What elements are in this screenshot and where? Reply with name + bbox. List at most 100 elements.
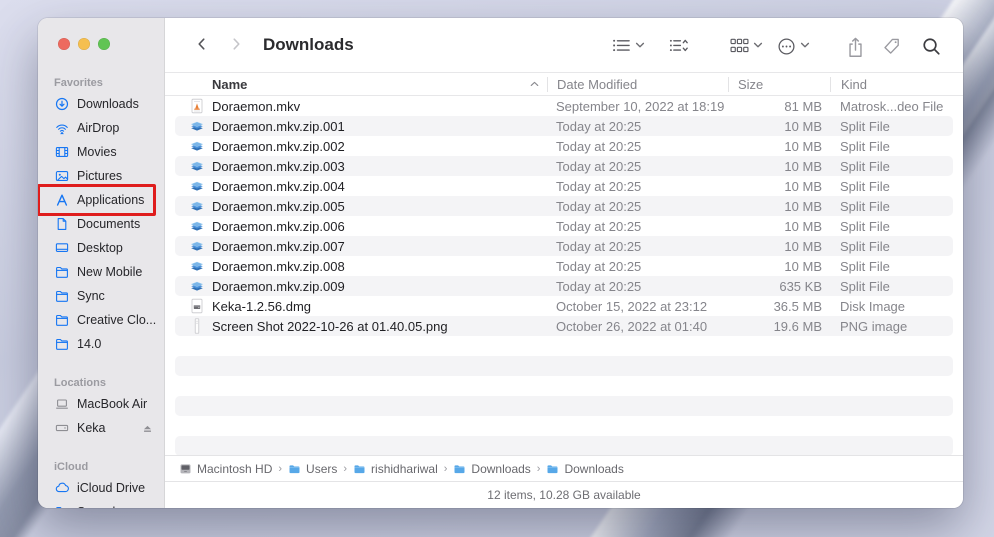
split-zip-icon bbox=[189, 198, 205, 214]
sidebar-item-desktop[interactable]: Desktop bbox=[38, 236, 164, 260]
section-items: MacBook Air Keka bbox=[38, 392, 164, 440]
view-options-button[interactable] bbox=[610, 35, 647, 56]
sidebar-item-scapple[interactable]: Scapple bbox=[38, 500, 164, 508]
sidebar-item-label: Scapple bbox=[77, 505, 122, 508]
more-actions-button[interactable] bbox=[775, 35, 812, 56]
grid-view-button[interactable] bbox=[728, 35, 765, 56]
back-button[interactable] bbox=[191, 32, 213, 58]
eject-icon[interactable] bbox=[141, 422, 154, 435]
path-item[interactable]: rishidhariwal bbox=[353, 462, 438, 476]
path-item[interactable]: Users bbox=[288, 462, 337, 476]
file-row[interactable]: Keka-1.2.56.dmg October 15, 2022 at 23:1… bbox=[175, 296, 953, 316]
file-row[interactable]: Doraemon.mkv.zip.009 Today at 20:25 635 … bbox=[175, 276, 953, 296]
sidebar: Favorites Downloads AirDrop Movies Pictu… bbox=[38, 18, 165, 508]
file-name: Doraemon.mkv.zip.009 bbox=[212, 278, 345, 294]
file-kind: Split File bbox=[840, 138, 890, 154]
path-separator: › bbox=[278, 462, 283, 475]
download-circle-icon bbox=[54, 97, 70, 112]
path-item[interactable]: Downloads bbox=[546, 462, 624, 476]
folder-blue-icon bbox=[288, 463, 301, 475]
sidebar-item-label: iCloud Drive bbox=[77, 481, 146, 495]
caret-up-icon bbox=[530, 81, 539, 87]
file-size: 635 KB bbox=[779, 278, 822, 294]
file-date-modified: Today at 20:25 bbox=[556, 118, 642, 134]
sidebar-section: Locations MacBook Air Keka bbox=[38, 374, 164, 440]
column-header-kind[interactable]: Kind bbox=[830, 76, 953, 92]
file-name: Doraemon.mkv.zip.004 bbox=[212, 178, 345, 194]
forward-button[interactable] bbox=[225, 32, 247, 58]
section-items: iCloud Drive Scapple bbox=[38, 476, 164, 508]
sidebar-section: Favorites Downloads AirDrop Movies Pictu… bbox=[38, 74, 164, 356]
file-date-modified: Today at 20:25 bbox=[556, 198, 642, 214]
sidebar-item-applications[interactable]: Applications bbox=[38, 184, 164, 216]
sidebar-item-new-mobile[interactable]: New Mobile bbox=[38, 260, 164, 284]
file-name: Doraemon.mkv.zip.003 bbox=[212, 158, 345, 174]
file-kind: Disk Image bbox=[840, 298, 906, 314]
section-items: Downloads AirDrop Movies Pictures Applic… bbox=[38, 92, 164, 356]
chevron-right-icon bbox=[229, 37, 243, 54]
zoom-button[interactable] bbox=[98, 38, 110, 50]
sidebar-item-airdrop[interactable]: AirDrop bbox=[38, 116, 164, 140]
sidebar-item-macbook-air[interactable]: MacBook Air bbox=[38, 392, 164, 416]
cloud-icon bbox=[54, 481, 70, 496]
file-date-modified: Today at 20:25 bbox=[556, 238, 642, 254]
file-row[interactable]: Doraemon.mkv.zip.004 Today at 20:25 10 M… bbox=[175, 176, 953, 196]
window-title: Downloads bbox=[263, 35, 354, 54]
file-date-modified: October 15, 2022 at 23:12 bbox=[556, 298, 708, 314]
file-list: Doraemon.mkv September 10, 2022 at 18:19… bbox=[165, 96, 963, 455]
path-item-label: rishidhariwal bbox=[371, 461, 438, 476]
sidebar-item-keka[interactable]: Keka bbox=[38, 416, 164, 440]
sidebar-item-14-0[interactable]: 14.0 bbox=[38, 332, 164, 356]
finder-window: Favorites Downloads AirDrop Movies Pictu… bbox=[38, 18, 963, 508]
sidebar-item-icloud-drive[interactable]: iCloud Drive bbox=[38, 476, 164, 500]
file-name: Screen Shot 2022-10-26 at 01.40.05.png bbox=[212, 318, 448, 334]
file-size: 10 MB bbox=[784, 158, 822, 174]
tags-button[interactable] bbox=[880, 35, 903, 56]
split-zip-icon bbox=[189, 178, 205, 194]
share-button[interactable] bbox=[844, 35, 867, 57]
column-header-size[interactable]: Size bbox=[728, 76, 830, 92]
sidebar-item-label: Keka bbox=[77, 421, 106, 435]
folder-icon bbox=[54, 505, 70, 508]
file-size: 19.6 MB bbox=[773, 318, 822, 334]
file-row[interactable]: Screen Shot 2022-10-26 at 01.40.05.png O… bbox=[175, 316, 953, 336]
sidebar-item-movies[interactable]: Movies bbox=[38, 140, 164, 164]
sidebar-item-creative-clo-[interactable]: Creative Clo... bbox=[38, 308, 164, 332]
folder-icon bbox=[54, 289, 70, 304]
toolbar: Downloads bbox=[165, 18, 963, 72]
empty-row bbox=[175, 396, 953, 416]
sidebar-item-downloads[interactable]: Downloads bbox=[38, 92, 164, 116]
file-row[interactable]: Doraemon.mkv.zip.001 Today at 20:25 10 M… bbox=[175, 116, 953, 136]
file-row[interactable]: Doraemon.mkv September 10, 2022 at 18:19… bbox=[175, 96, 953, 116]
path-separator: › bbox=[343, 462, 348, 475]
file-kind: Split File bbox=[840, 158, 890, 174]
drive-icon bbox=[54, 421, 70, 436]
search-button[interactable] bbox=[920, 35, 943, 56]
close-button[interactable] bbox=[58, 38, 70, 50]
file-row[interactable]: Doraemon.mkv.zip.005 Today at 20:25 10 M… bbox=[175, 196, 953, 216]
file-row[interactable]: Doraemon.mkv.zip.007 Today at 20:25 10 M… bbox=[175, 236, 953, 256]
path-item-label: Macintosh HD bbox=[197, 461, 273, 476]
minimize-button[interactable] bbox=[78, 38, 90, 50]
file-name: Doraemon.mkv bbox=[212, 98, 301, 114]
sidebar-item-pictures[interactable]: Pictures bbox=[38, 164, 164, 188]
path-item[interactable]: Downloads bbox=[453, 462, 531, 476]
file-row[interactable]: Doraemon.mkv.zip.008 Today at 20:25 10 M… bbox=[175, 256, 953, 276]
file-row[interactable]: Doraemon.mkv.zip.002 Today at 20:25 10 M… bbox=[175, 136, 953, 156]
sidebar-item-documents[interactable]: Documents bbox=[38, 212, 164, 236]
sort-button[interactable] bbox=[667, 35, 690, 56]
file-name: Doraemon.mkv.zip.002 bbox=[212, 138, 345, 154]
file-row[interactable]: Doraemon.mkv.zip.006 Today at 20:25 10 M… bbox=[175, 216, 953, 236]
sidebar-item-sync[interactable]: Sync bbox=[38, 284, 164, 308]
file-size: 81 MB bbox=[784, 98, 822, 114]
traffic-lights bbox=[58, 38, 110, 50]
share-icon bbox=[846, 37, 865, 57]
file-row[interactable]: Doraemon.mkv.zip.003 Today at 20:25 10 M… bbox=[175, 156, 953, 176]
photo-icon bbox=[54, 169, 70, 184]
file-name: Doraemon.mkv.zip.007 bbox=[212, 238, 345, 254]
path-item[interactable]: Macintosh HD bbox=[179, 462, 272, 476]
column-header-name[interactable]: Name bbox=[175, 77, 547, 92]
file-kind: Split File bbox=[840, 218, 890, 234]
file-name: Doraemon.mkv.zip.005 bbox=[212, 198, 345, 214]
column-header-date-modified[interactable]: Date Modified bbox=[547, 76, 728, 92]
